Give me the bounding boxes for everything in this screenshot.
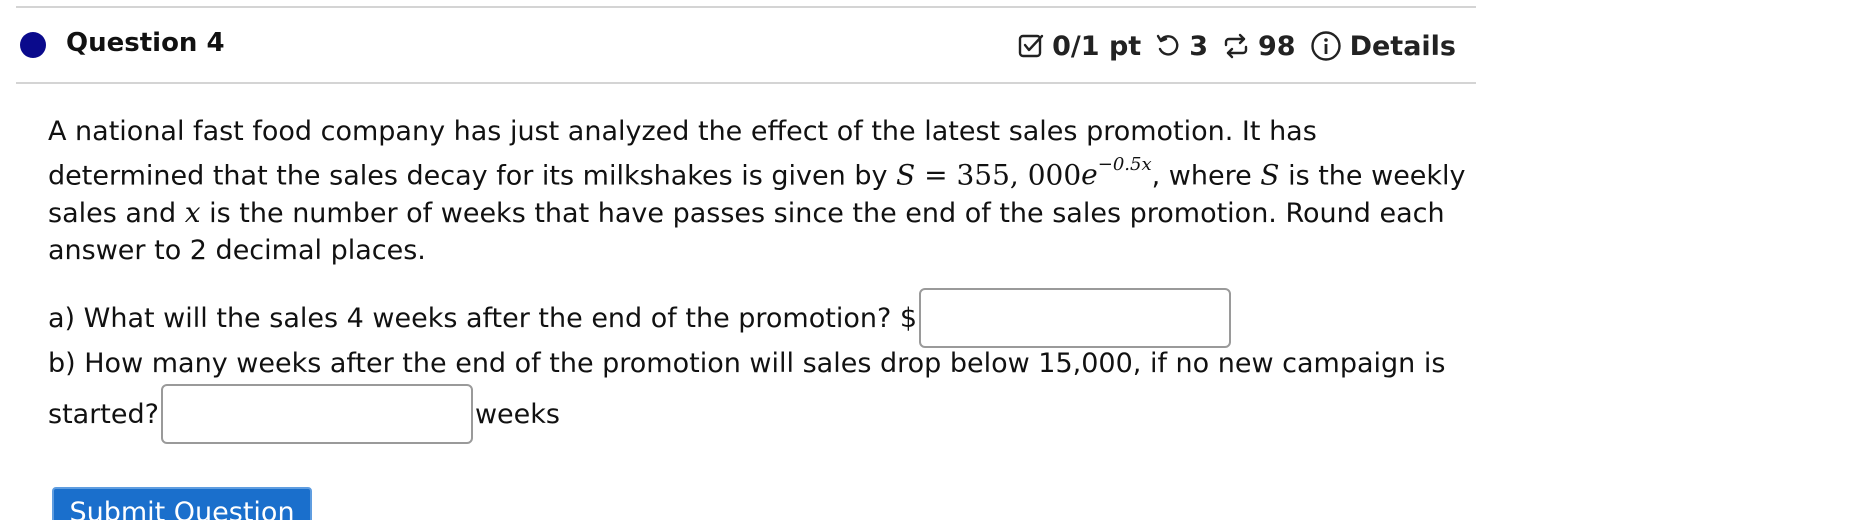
part-b-label-line1: b) How many weeks after the end of the p… xyxy=(48,348,1446,379)
part-b: started? weeks xyxy=(48,384,560,444)
question-text-part-2: , where xyxy=(1151,160,1261,192)
question-body: A national fast food company has just an… xyxy=(48,113,1468,269)
info-icon xyxy=(1310,31,1341,61)
question-panel: Question 4 0/1 pt 3 98 Details A nationa… xyxy=(0,0,1872,520)
details-label: Details xyxy=(1349,30,1456,62)
part-a-input[interactable] xyxy=(919,288,1232,348)
formula-exponent: −0.5x xyxy=(1097,154,1152,175)
formula-base: e−0.5x xyxy=(1081,154,1152,192)
part-a: a) What will the sales 4 weeks after the… xyxy=(48,288,1468,348)
undo-icon xyxy=(1156,34,1179,56)
status-dot-icon xyxy=(20,32,46,58)
points-text: 0/1 pt xyxy=(1052,30,1142,62)
part-a-label: a) What will the sales 4 weeks after the… xyxy=(48,302,918,334)
question-title: Question 4 xyxy=(66,28,225,58)
part-b-input[interactable] xyxy=(160,384,473,444)
attempts-indicator: 98 xyxy=(1222,31,1296,62)
question-header: Question 4 0/1 pt 3 98 Details xyxy=(16,8,1476,84)
submit-question-button[interactable]: Submit Question xyxy=(52,487,312,520)
points-indicator: 0/1 pt xyxy=(1018,31,1141,62)
repeat-icon xyxy=(1224,33,1248,59)
question-text: A national fast food company has just an… xyxy=(48,113,1468,269)
part-b-label-line2: started? xyxy=(48,398,159,430)
details-button[interactable]: Details xyxy=(1310,30,1456,62)
attempts-count: 98 xyxy=(1257,30,1296,62)
question-text-part-4: is the number of weeks that have passes … xyxy=(48,198,1445,267)
retries-count: 3 xyxy=(1189,30,1208,62)
checkbox-icon xyxy=(1018,34,1044,58)
retries-indicator: 3 xyxy=(1155,31,1208,62)
part-b-unit: weeks xyxy=(474,398,560,430)
question-meta: 0/1 pt 3 98 Details xyxy=(1004,28,1456,64)
formula-lhs: S xyxy=(896,158,916,192)
variable-x: x xyxy=(184,196,201,230)
formula-coefficient: = 355, 000 xyxy=(915,158,1082,192)
variable-s: S xyxy=(1260,158,1280,192)
